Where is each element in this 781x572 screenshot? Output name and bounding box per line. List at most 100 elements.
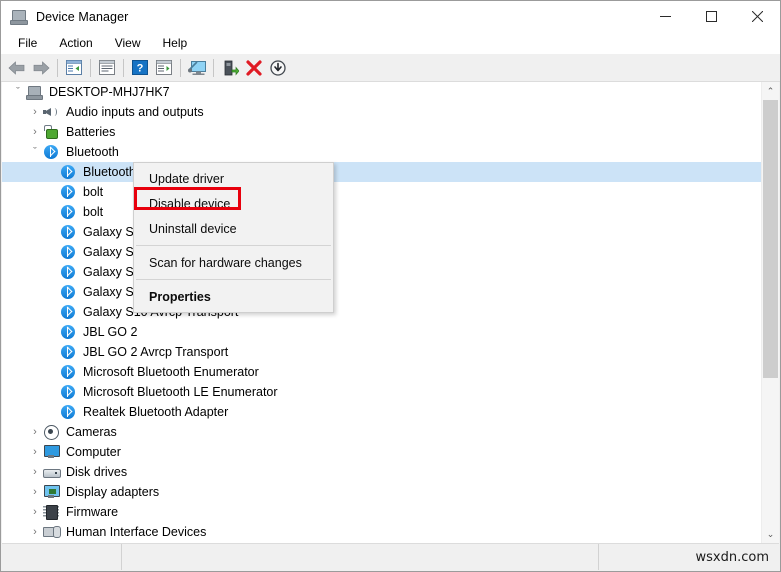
disk-icon (43, 464, 61, 480)
toolbar-separator (213, 58, 214, 77)
red-x-icon (246, 59, 262, 76)
right-arrow-icon (33, 60, 50, 75)
chevron-right-icon[interactable]: › (27, 446, 43, 458)
device-tree-pane: ˇ DESKTOP-MHJ7HK7 › Audio inputs and output… (2, 82, 779, 543)
bluetooth-icon (60, 204, 78, 220)
scan-for-hardware-changes-button[interactable] (185, 56, 209, 79)
tree-item[interactable]: JBL GO 2 Avrcp Transport (2, 342, 761, 362)
tree-root-node[interactable]: ˇ DESKTOP-MHJ7HK7 (2, 82, 761, 102)
context-menu-separator (136, 279, 331, 280)
menu-action[interactable]: Action (48, 33, 103, 54)
chevron-right-icon[interactable]: › (27, 506, 43, 518)
tree-item[interactable]: Galaxy S10 (2, 262, 761, 282)
tree-item[interactable]: Galaxy S10 (2, 222, 761, 242)
tree-item[interactable]: Microsoft Bluetooth LE Enumerator (2, 382, 761, 402)
bluetooth-icon (60, 164, 78, 180)
context-menu-item-scan-for-hardware-changes[interactable]: Scan for hardware changes (134, 250, 333, 275)
back-button[interactable] (5, 56, 29, 79)
title-bar: Device Manager (1, 1, 780, 33)
scroll-down-button[interactable]: ⌄ (762, 525, 779, 543)
show-hide-console-tree-button[interactable] (62, 56, 86, 79)
context-menu[interactable]: Update driver Disable device Uninstall dev… (133, 162, 334, 313)
update-driver-button[interactable] (218, 56, 242, 79)
tree-item[interactable]: Galaxy S10 (2, 282, 761, 302)
close-icon (751, 11, 763, 22)
tree-item[interactable]: bolt (2, 182, 761, 202)
bluetooth-icon (60, 224, 78, 240)
bluetooth-icon (60, 344, 78, 360)
left-arrow-icon (8, 60, 25, 75)
chevron-down-icon[interactable]: ˇ (27, 146, 43, 158)
tree-item[interactable]: JBL GO 2 (2, 322, 761, 342)
svg-text:?: ? (137, 63, 144, 75)
context-menu-item-disable-device[interactable]: Disable device (134, 191, 333, 216)
tree-item[interactable]: › Firmware (2, 502, 761, 522)
forward-button[interactable] (29, 56, 53, 79)
tree-item[interactable]: bolt (2, 202, 761, 222)
firmware-icon (43, 504, 61, 520)
speaker-icon (43, 104, 61, 120)
tree-item[interactable]: Microsoft Bluetooth Enumerator (2, 362, 761, 382)
tree-item[interactable]: Galaxy S10 (2, 242, 761, 262)
bluetooth-icon (60, 304, 78, 320)
show-hidden-devices-button[interactable] (152, 56, 176, 79)
maximize-button[interactable] (688, 1, 734, 32)
tree-item[interactable]: › Human Interface Devices (2, 522, 761, 542)
close-button[interactable] (734, 1, 780, 32)
tree-item[interactable]: › Audio inputs and outputs (2, 102, 761, 122)
status-pane-1 (2, 544, 122, 570)
menu-view[interactable]: View (104, 33, 152, 54)
tree-item[interactable]: › Disk drives (2, 462, 761, 482)
bluetooth-icon (60, 184, 78, 200)
status-bar: wsxdn.com (2, 543, 779, 570)
tree-item[interactable]: Bluetooth Device (RFCOMM Protocol TDI) (2, 162, 761, 182)
tree-item[interactable]: Realtek Bluetooth Adapter (2, 402, 761, 422)
device-manager-icon (10, 8, 28, 26)
bluetooth-icon (43, 144, 61, 160)
chevron-right-icon[interactable]: › (27, 106, 43, 118)
tree-item[interactable]: Galaxy S10 Avrcp Transport (2, 302, 761, 322)
uninstall-device-button[interactable] (242, 56, 266, 79)
tree-item-label: Bluetooth (66, 145, 119, 159)
vertical-scrollbar[interactable]: ⌃ ⌄ (761, 82, 779, 543)
tree-item-label: JBL GO 2 (83, 325, 138, 339)
tree-item[interactable]: › Computer (2, 442, 761, 462)
tree-item-label: bolt (83, 205, 104, 219)
scroll-up-button[interactable]: ⌃ (762, 82, 779, 100)
chevron-right-icon[interactable]: › (27, 426, 43, 438)
tree-item[interactable]: › Batteries (2, 122, 761, 142)
tree-item[interactable]: › Display adapters (2, 482, 761, 502)
context-menu-item-uninstall-device[interactable]: Uninstall device (134, 216, 333, 241)
device-manager-window: Device Manager File Action View Help ? ˇ… (0, 0, 781, 572)
help-button[interactable]: ? (128, 56, 152, 79)
toolbar: ? (1, 54, 780, 82)
tree-item-label: Display adapters (66, 485, 160, 499)
device-tree[interactable]: ˇ DESKTOP-MHJ7HK7 › Audio inputs and output… (2, 82, 761, 543)
chevron-right-icon[interactable]: › (27, 126, 43, 138)
context-menu-item-properties[interactable]: Properties (134, 284, 333, 309)
status-pane-2 (122, 544, 599, 570)
disable-device-button[interactable] (266, 56, 290, 79)
context-menu-item-update-driver[interactable]: Update driver (134, 166, 333, 191)
monitor-icon (43, 444, 61, 460)
down-arrow-circle-icon (270, 59, 286, 76)
tree-item[interactable]: ˇ Bluetooth (2, 142, 761, 162)
chevron-right-icon[interactable]: › (27, 466, 43, 478)
display-adapter-icon (43, 484, 61, 500)
scrollbar-thumb[interactable] (763, 100, 778, 378)
tree-item-label: Realtek Bluetooth Adapter (83, 405, 229, 419)
update-driver-icon (224, 60, 239, 75)
tree-item-label: Microsoft Bluetooth Enumerator (83, 365, 259, 379)
properties-button[interactable] (95, 56, 119, 79)
chevron-right-icon[interactable]: › (27, 486, 43, 498)
bluetooth-icon (60, 364, 78, 380)
tree-item-label: DESKTOP-MHJ7HK7 (49, 85, 170, 99)
menu-file[interactable]: File (7, 33, 48, 54)
chevron-right-icon[interactable]: › (27, 526, 43, 538)
tree-item[interactable]: › Cameras (2, 422, 761, 442)
menu-help[interactable]: Help (152, 33, 199, 54)
tree-item-label: Disk drives (66, 465, 128, 479)
console-tree-icon (66, 60, 82, 75)
minimize-button[interactable] (642, 1, 688, 32)
chevron-down-icon[interactable]: ˇ (10, 86, 26, 98)
